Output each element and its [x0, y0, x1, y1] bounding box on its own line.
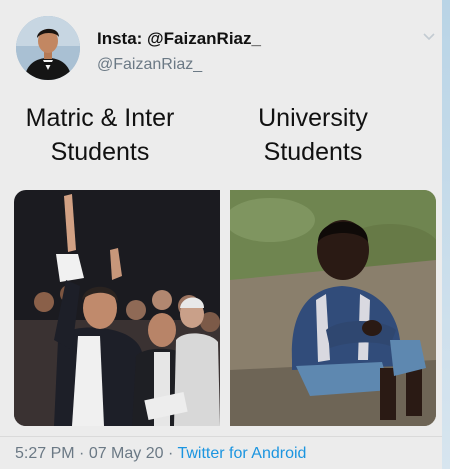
- media-photo-right[interactable]: [230, 190, 436, 426]
- avatar-photo: [16, 16, 80, 80]
- separator: ·: [74, 445, 89, 462]
- separator: ·: [163, 445, 178, 462]
- caption-left: Matric & Inter Students: [10, 101, 190, 169]
- tweet-source-link[interactable]: Twitter for Android: [177, 445, 306, 462]
- caption-right-line-1: University: [258, 104, 368, 132]
- tweet-footer: 5:27 PM · 07 May 20 · Twitter for Androi…: [15, 445, 306, 463]
- avatar[interactable]: [16, 16, 80, 80]
- caption-left-line-2: Students: [50, 138, 150, 166]
- tweet-card: Insta: @FaizanRiaz_ @FaizanRiaz_ Matric …: [0, 0, 450, 469]
- user-handle[interactable]: @FaizanRiaz_: [97, 56, 202, 74]
- edge-strip: [442, 0, 450, 469]
- display-name[interactable]: Insta: @FaizanRiaz_: [97, 29, 261, 49]
- media-photo-left[interactable]: [14, 190, 220, 426]
- caption-left-line-1: Matric & Inter: [25, 104, 175, 132]
- caption-right: University Students: [240, 101, 386, 169]
- tweet-date[interactable]: 07 May 20: [89, 445, 164, 462]
- tweet-time[interactable]: 5:27 PM: [15, 445, 75, 462]
- caption-right-line-2: Students: [263, 138, 363, 166]
- chevron-down-icon[interactable]: [419, 26, 439, 46]
- divider: [0, 436, 450, 437]
